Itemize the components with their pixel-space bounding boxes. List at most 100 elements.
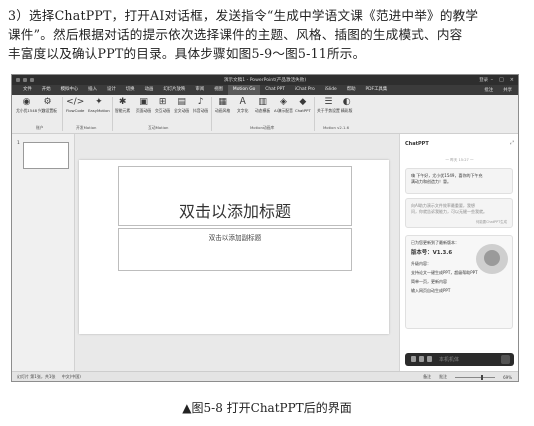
page-icon: ▣: [139, 97, 148, 107]
slide-thumbnail-pane: 1: [12, 134, 75, 372]
paragraph-line-3: 丰富度以及确认PPT的目录。具体步骤如图5-9～图5-11所示。: [8, 46, 366, 61]
animation-style-button[interactable]: ▦ 动画风格: [215, 97, 230, 114]
subtitle-placeholder-text: 双击以添加副标题: [208, 234, 262, 242]
slide-number: 1: [17, 141, 20, 146]
dynamic-template-button[interactable]: ▥ 动态模板: [255, 97, 270, 114]
close-icon[interactable]: ×: [510, 77, 514, 83]
avatar-icon: ◉: [22, 97, 31, 107]
paragraph-line-2: 课件”。然后根据对话的提示依次选择课件的主题、风格、插图的生成模式、内容: [8, 27, 463, 42]
chatppt-button[interactable]: ◆ ChatPPT: [295, 97, 311, 113]
mic-icon[interactable]: [411, 356, 416, 362]
attach-icon[interactable]: [419, 356, 424, 362]
tab-ichat-pro[interactable]: iChat Pro: [290, 85, 320, 95]
smart-element-button[interactable]: ✱ 智能元素: [115, 97, 130, 114]
interactive-animation-button[interactable]: ⊞ 交互动画: [155, 97, 170, 114]
tiktok-icon: ♪: [197, 97, 204, 107]
hint-note: 何能要ChatPPT生成: [475, 220, 507, 224]
tab-home[interactable]: 开始: [37, 85, 56, 95]
window-titlebar: 演示文稿1 - PowerPoint(产品激活失败) 登录 – □ ×: [12, 75, 518, 85]
easymotion-button[interactable]: ✦ EasyMotion: [88, 97, 110, 113]
paragraph-line-1: 3）选择ChatPPT，打开AI对话框，发送指令“生成中学语文课《范进中举》的教…: [8, 8, 479, 23]
expand-icon[interactable]: ⤢: [510, 140, 514, 146]
status-right: 备注 批注 69%: [423, 374, 512, 380]
toggle-button[interactable]: ◐ 精彩版: [341, 97, 352, 114]
gesture-icon: ☰: [324, 97, 333, 107]
code-icon: </>: [66, 97, 85, 107]
minimize-icon[interactable]: –: [491, 77, 494, 83]
group-label-interact: 互动Motion: [148, 125, 169, 130]
tiktok-animation-button[interactable]: ♪ 抖音动画: [193, 97, 208, 114]
toggle-icon: ◐: [342, 97, 351, 107]
slide-thumbnail[interactable]: [23, 142, 69, 169]
tab-transitions[interactable]: 切换: [121, 85, 140, 95]
style-icon: ▦: [218, 97, 227, 107]
status-bar: 幻灯片 第1张，共1张 中文(中国) 备注 批注 69%: [12, 371, 518, 381]
group-label-library: Motion动画库: [250, 125, 275, 130]
slide-count: 幻灯片 第1张，共1张: [17, 374, 56, 379]
subtitle-placeholder[interactable]: 双击以添加副标题: [118, 228, 352, 271]
tab-motion-go[interactable]: Motion Go: [227, 85, 261, 95]
settings-button[interactable]: ⚙ 兴趣设置板: [38, 97, 57, 114]
greeting-message: 嗨 下午好，尤小优1549，喜你的下午充 满动力和创造力！冒。: [405, 168, 513, 194]
send-icon[interactable]: [501, 355, 510, 364]
window-controls: – □ ×: [491, 77, 514, 83]
maximize-icon[interactable]: □: [499, 77, 504, 83]
tab-animations[interactable]: 动画: [140, 85, 159, 95]
ai-voice-button[interactable]: ◈ AI演示配音: [274, 97, 293, 114]
tab-islide[interactable]: iSlide: [320, 85, 342, 95]
powerpoint-screenshot: 演示文稿1 - PowerPoint(产品激活失败) 登录 – □ × 文件 开…: [11, 74, 519, 382]
voice-icon: ◈: [279, 97, 287, 107]
language-indicator: 中文(中国): [61, 374, 81, 379]
comments-button[interactable]: 批注: [484, 87, 493, 93]
motion-go-ribbon: ◉ 尤小优1548 ⚙ 兴趣设置板 </> FlowCode ✦ EasyMotion …: [12, 95, 518, 134]
tab-slideshow[interactable]: 幻灯片放映: [158, 85, 190, 95]
chat-input-placeholder: 本机机体: [439, 357, 460, 363]
mascot-image: [476, 244, 508, 274]
group-label-dev: 开发Motion: [76, 125, 97, 130]
tab-chat-ppt[interactable]: Chat PPT: [260, 85, 290, 95]
update-message: 已为您更新到了最新版本： 版本号：V1.3.6 升级内容： 支持论文一键生成PP…: [405, 235, 513, 329]
chatppt-icon: ◆: [299, 97, 307, 107]
tab-pdf-tools[interactable]: PDF工具集: [361, 85, 393, 95]
chat-input[interactable]: 本机机体: [405, 353, 514, 366]
tab-insert[interactable]: 插入: [83, 85, 102, 95]
image-icon[interactable]: [427, 356, 432, 362]
tab-file[interactable]: 文件: [18, 85, 37, 95]
share-button[interactable]: 共享: [503, 87, 512, 93]
title-placeholder[interactable]: 双击以添加标题: [118, 166, 352, 226]
zoom-slider[interactable]: [455, 374, 496, 380]
input-tools: [411, 356, 432, 362]
body-paragraph: 3）选择ChatPPT，打开AI对话框，发送指令“生成中学语文课《范进中举》的教…: [8, 6, 526, 63]
user-signin[interactable]: 登录: [479, 77, 488, 83]
notes-button[interactable]: 备注: [423, 374, 431, 380]
update-item: 简单一页，更新内容: [411, 279, 447, 284]
flowcode-button[interactable]: </> FlowCode: [66, 97, 84, 113]
account-button[interactable]: ◉ 尤小优1548: [16, 97, 37, 114]
tab-help[interactable]: 帮助: [342, 85, 361, 95]
editor-workarea: 1 双击以添加标题 双击以添加副标题 ChatPPT ⤢ 一 昨天 15:27 …: [12, 134, 518, 372]
tab-view[interactable]: 视图: [209, 85, 228, 95]
slide-canvas[interactable]: 双击以添加标题 双击以添加副标题: [79, 160, 389, 334]
window-title: 演示文稿1 - PowerPoint(产品激活失败): [223, 78, 307, 83]
group-label-account: 账户: [36, 125, 44, 130]
text-button[interactable]: Ａ 文字化: [237, 97, 248, 114]
update-item: 输入网页自动生成PPT: [411, 288, 451, 293]
gesture-settings-button[interactable]: ☰ 关于手势设置: [317, 97, 340, 114]
hint-message: 向AI助力演示文件效率最重要，我想 问，你就告诉我能力，可以无缝一些我就。 何能…: [405, 198, 513, 228]
element-icon: ✱: [118, 97, 127, 107]
template-icon: ▥: [258, 97, 267, 107]
comments-status-button[interactable]: 批注: [439, 374, 447, 380]
tab-review[interactable]: 审阅: [190, 85, 209, 95]
chatppt-panel: ChatPPT ⤢ 一 昨天 15:27 一 嗨 下午好，尤小优1549，喜你的…: [399, 134, 518, 372]
settings-icon: ⚙: [43, 97, 52, 107]
page-animation-button[interactable]: ▣ 页面动画: [136, 97, 151, 114]
zoom-level[interactable]: 69%: [503, 375, 512, 380]
motion-icon: ✦: [95, 97, 103, 107]
status-left: 幻灯片 第1张，共1张 中文(中国): [17, 374, 81, 380]
chat-panel-title: ChatPPT: [405, 141, 429, 147]
tab-design[interactable]: 设计: [102, 85, 121, 95]
title-placeholder-text: 双击以添加标题: [178, 202, 291, 221]
full-animation-button[interactable]: ▤ 全文动画: [174, 97, 189, 114]
tab-sim[interactable]: 模拟中心: [56, 85, 84, 95]
group-label-version: Motion v2.1.6: [323, 125, 349, 130]
